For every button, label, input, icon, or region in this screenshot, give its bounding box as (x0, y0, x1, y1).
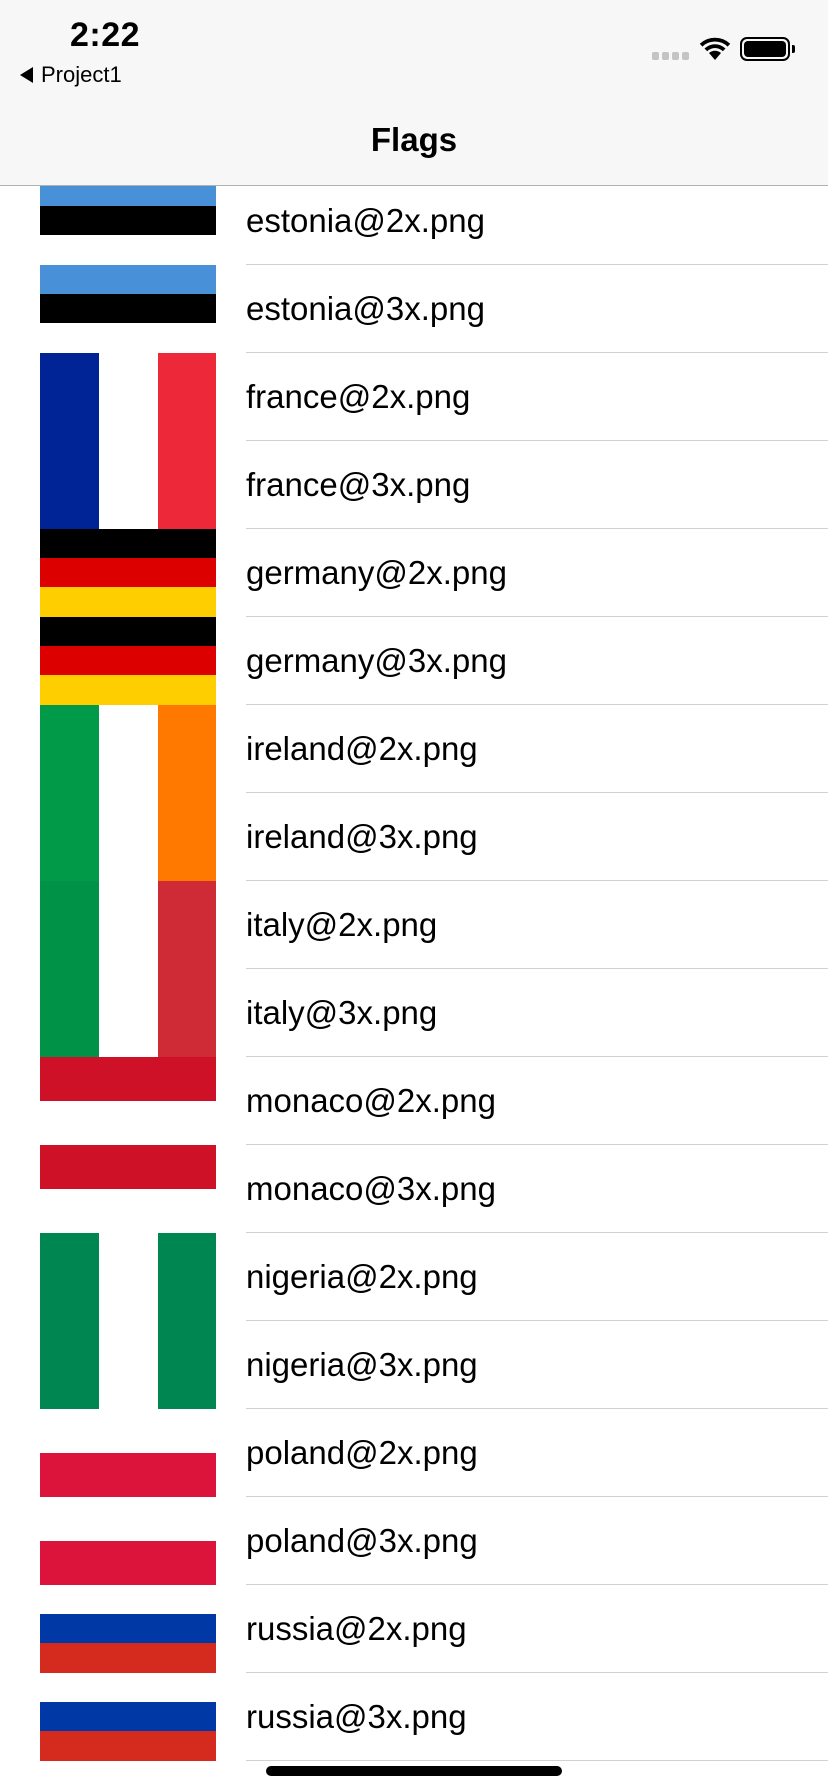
poland-stripe (40, 1453, 216, 1497)
germany-stripe (40, 646, 216, 675)
france-stripe (40, 353, 99, 529)
estonia-stripe (40, 323, 216, 353)
estonia-flag-image (40, 177, 216, 265)
monaco-stripe (40, 1057, 216, 1101)
row-label: france@3x.png (246, 466, 471, 503)
row-label: italy@2x.png (246, 906, 438, 943)
estonia-stripe (40, 265, 216, 294)
poland-stripe (40, 1409, 216, 1453)
nigeria-stripe (40, 1233, 99, 1409)
monaco-stripe (40, 1101, 216, 1145)
monaco-stripe (40, 1145, 216, 1189)
france-flag-image (40, 353, 216, 529)
russia-flag-image (40, 1673, 216, 1761)
estonia-stripe (40, 294, 216, 323)
estonia-stripe (40, 206, 216, 235)
germany-stripe (40, 529, 216, 558)
russia-stripe (40, 1673, 216, 1702)
row-label: ireland@2x.png (246, 730, 478, 767)
poland-stripe (40, 1541, 216, 1585)
page-title: Flags (370, 121, 458, 158)
germany-stripe (40, 617, 216, 646)
row-label: russia@2x.png (246, 1610, 467, 1647)
row-label: estonia@3x.png (246, 290, 485, 327)
monaco-flag-image (40, 1057, 216, 1145)
germany-stripe (40, 587, 216, 617)
italy-stripe (158, 881, 216, 1057)
nigeria-flag-image (40, 1233, 216, 1409)
germany-stripe (40, 675, 216, 705)
row-label: monaco@3x.png (246, 1170, 496, 1207)
estonia-stripe (40, 235, 216, 265)
italy-stripe (40, 881, 99, 1057)
status-time: 2:22 (70, 16, 141, 54)
ireland-stripe (99, 705, 158, 881)
row-label: germany@3x.png (246, 642, 507, 679)
russia-stripe (40, 1702, 216, 1731)
russia-stripe (40, 1731, 216, 1761)
row-label: monaco@2x.png (246, 1082, 496, 1119)
russia-stripe (40, 1585, 216, 1614)
poland-stripe (40, 1497, 216, 1541)
home-indicator[interactable] (266, 1766, 562, 1776)
germany-stripe (40, 558, 216, 587)
row-label: france@2x.png (246, 378, 471, 415)
poland-flag-image (40, 1497, 216, 1585)
row-label: nigeria@3x.png (246, 1346, 478, 1383)
russia-flag-image (40, 1585, 216, 1673)
row-label: nigeria@2x.png (246, 1258, 478, 1295)
row-label: russia@3x.png (246, 1698, 467, 1735)
back-triangle-icon (20, 67, 33, 83)
row-label: germany@2x.png (246, 554, 507, 591)
row-label: ireland@3x.png (246, 818, 478, 855)
russia-stripe (40, 1614, 216, 1643)
row-label: poland@2x.png (246, 1434, 478, 1471)
italy-stripe (99, 881, 158, 1057)
france-stripe (99, 353, 158, 529)
ireland-stripe (158, 705, 216, 881)
germany-flag-image (40, 617, 216, 705)
wifi-icon (699, 37, 731, 60)
row-separator (246, 1760, 828, 1761)
estonia-flag-image (40, 265, 216, 353)
navigation-bar: 2:22 Project1 Flags (0, 0, 828, 186)
france-stripe (158, 353, 216, 529)
russia-stripe (40, 1643, 216, 1673)
cellular-signal-icon (652, 52, 689, 60)
row-label: estonia@2x.png (246, 202, 485, 239)
back-to-app-label: Project1 (41, 62, 122, 87)
row-label: italy@3x.png (246, 994, 438, 1031)
germany-flag-image (40, 529, 216, 617)
nigeria-stripe (158, 1233, 216, 1409)
poland-flag-image (40, 1409, 216, 1497)
monaco-stripe (40, 1189, 216, 1233)
battery-cap (792, 45, 795, 53)
row-label: poland@3x.png (246, 1522, 478, 1559)
monaco-flag-image (40, 1145, 216, 1233)
ireland-flag-image (40, 705, 216, 881)
italy-flag-image (40, 881, 216, 1057)
nigeria-stripe (99, 1233, 158, 1409)
back-to-app-button[interactable]: Project1 (20, 62, 122, 88)
ireland-stripe (40, 705, 99, 881)
battery-icon (740, 37, 790, 61)
